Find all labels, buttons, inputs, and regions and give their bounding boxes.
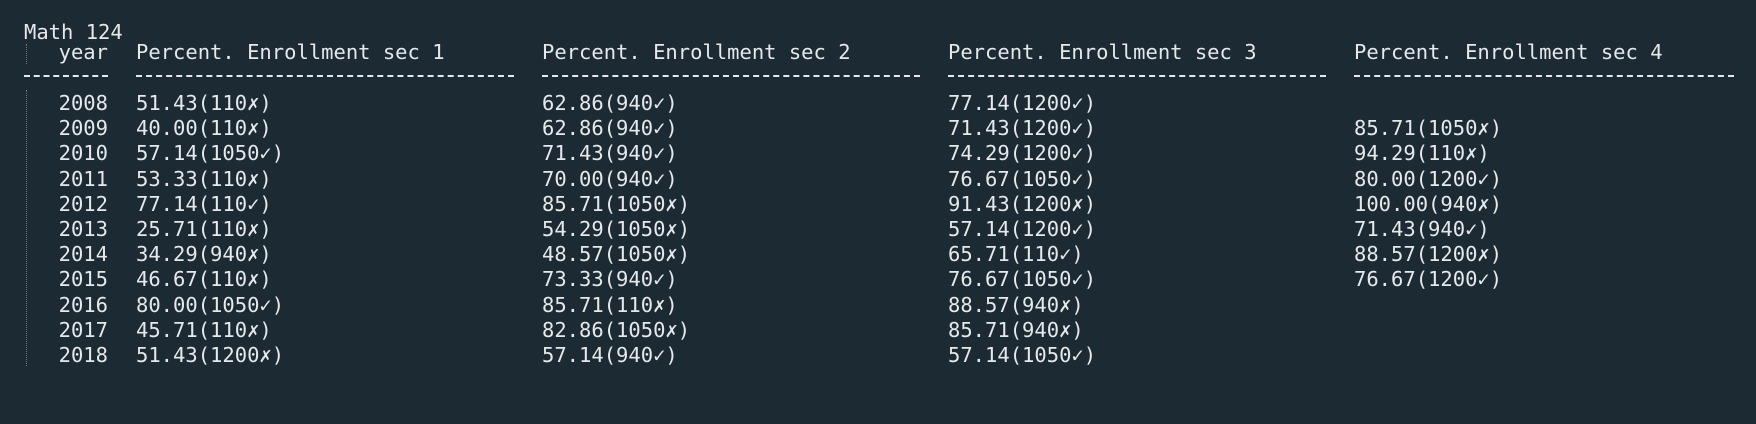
table-cell-sec3: 65.71(110✓) [948, 242, 1084, 267]
table-cell-sec2: 85.71(1050✗) [542, 191, 691, 216]
table-cell-sec4: 88.57(1200✗) [1354, 242, 1503, 267]
table-cell-sec4: 76.67(1200✓) [1354, 267, 1503, 292]
table-cell-sec1: 34.29(940✗) [136, 242, 272, 267]
table-cell-sec3: 74.29(1200✓) [948, 141, 1097, 166]
table-cell-sec3: 88.57(940✗) [948, 292, 1084, 317]
table-row-year: 2016 [58, 292, 108, 317]
table-cell-sec2: 62.86(940✓) [542, 116, 678, 141]
table-cell-sec4: 100.00(940✗) [1354, 191, 1503, 216]
table-row-year: 2009 [58, 116, 108, 141]
table-row-year: 2017 [58, 317, 108, 342]
table-cell-sec3: 77.14(1200✓) [948, 91, 1097, 115]
table-cell-sec2: 70.00(940✓) [542, 166, 678, 191]
table-row-year: 2010 [58, 141, 108, 166]
column-header-sec-4: Percent. Enrollment sec 4 [1354, 40, 1663, 64]
table-cell-sec3: 85.71(940✗) [948, 317, 1084, 342]
header-separator [24, 75, 108, 77]
column-header-sec-3: Percent. Enrollment sec 3 [948, 40, 1257, 64]
table-cell-sec3: 91.43(1200✗) [948, 191, 1097, 216]
column-header-sec-2: Percent. Enrollment sec 2 [542, 40, 851, 64]
table-cell-sec2: 71.43(940✓) [542, 141, 678, 166]
table-cell-sec1: 57.14(1050✓) [136, 141, 285, 166]
header-separator [1354, 75, 1734, 77]
table-cell-sec3: 57.14(1200✓) [948, 217, 1097, 241]
table-cell-sec1: 80.00(1050✓) [136, 292, 285, 317]
column-header-sec-1: Percent. Enrollment sec 1 [136, 40, 445, 64]
table-cell-sec4: 71.43(940✓) [1354, 217, 1490, 241]
table-cell-sec1: 25.71(110✗) [136, 217, 272, 241]
table-cell-sec1: 51.43(110✗) [136, 91, 272, 115]
table-cell-sec4: 80.00(1200✓) [1354, 166, 1503, 191]
header-separator [542, 75, 920, 77]
table-cell-sec4: 85.71(1050✗) [1354, 116, 1503, 141]
table-row-year: 2008 [58, 91, 108, 115]
table-cell-sec3: 71.43(1200✓) [948, 116, 1097, 141]
table-cell-sec3: 76.67(1050✓) [948, 166, 1097, 191]
table-cell-sec2: 57.14(940✓) [542, 343, 678, 367]
table-cell-sec1: 77.14(110✓) [136, 191, 272, 216]
table-cell-sec2: 48.57(1050✗) [542, 242, 691, 267]
table-cell-sec2: 62.86(940✓) [542, 91, 678, 115]
table-cell-sec1: 40.00(110✗) [136, 116, 272, 141]
table-cell-sec3: 76.67(1050✓) [948, 267, 1097, 292]
table-row-year: 2015 [58, 267, 108, 292]
table-row-year: 2013 [58, 217, 108, 241]
table-cell-sec2: 73.33(940✓) [542, 267, 678, 292]
table-cell-sec2: 85.71(110✗) [542, 292, 678, 317]
table-row-year: 2014 [58, 242, 108, 267]
header-separator [136, 75, 514, 77]
table-cell-sec2: 54.29(1050✗) [542, 217, 691, 241]
table-row-year: 2011 [58, 166, 108, 191]
table-row-year: 2012 [58, 191, 108, 216]
column-header-year: year [58, 40, 108, 64]
table-cell-sec2: 82.86(1050✗) [542, 317, 691, 342]
table-cell-sec3: 57.14(1050✓) [948, 343, 1097, 367]
table-cell-sec1: 46.67(110✗) [136, 267, 272, 292]
table-cell-sec1: 45.71(110✗) [136, 317, 272, 342]
table-cell-sec1: 53.33(110✗) [136, 166, 272, 191]
table-cell-sec4: 94.29(110✗) [1354, 141, 1490, 166]
header-separator [948, 75, 1326, 77]
table-row-year: 2018 [58, 343, 108, 367]
table-cell-sec1: 51.43(1200✗) [136, 343, 285, 367]
